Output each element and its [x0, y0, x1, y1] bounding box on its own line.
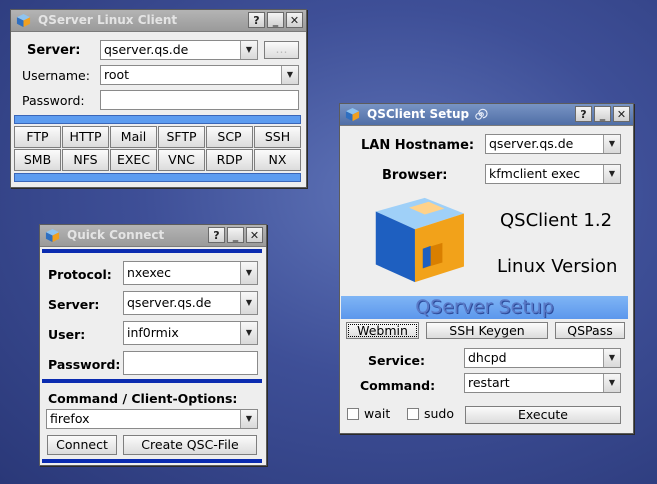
protocol-value: nxexec — [127, 265, 171, 280]
protocol-label: Protocol: — [48, 267, 112, 282]
titlebar[interactable]: Quick Connect ? _ ✕ — [40, 225, 266, 247]
lan-hostname-combobox[interactable]: qserver.qs.de ▼ — [485, 134, 621, 154]
service-value: dhcpd — [468, 350, 507, 365]
protocol-button-mail[interactable]: Mail — [110, 126, 157, 148]
username-label: Username: — [22, 68, 90, 83]
window-title: Quick Connect — [67, 228, 165, 242]
execute-button[interactable]: Execute — [465, 406, 621, 424]
chevron-down-icon[interactable]: ▼ — [240, 41, 257, 59]
user-combobox[interactable]: inf0rmix ▼ — [123, 321, 258, 345]
help-button[interactable]: ? — [575, 106, 592, 122]
version-text: QSClient 1.2 — [500, 210, 613, 231]
wait-label: wait — [364, 406, 391, 421]
server-label: Server: — [27, 43, 81, 58]
qserver-setup-banner: QServer Setup — [341, 296, 628, 319]
qserver-linux-client-window: QServer Linux Client ? _ ✕ Server: qserv… — [10, 9, 307, 188]
close-button[interactable]: ✕ — [286, 12, 303, 28]
connect-button[interactable]: Connect — [47, 435, 117, 455]
cube-icon — [45, 228, 60, 243]
separator-bar — [42, 379, 262, 383]
server-extra-button[interactable]: ... — [264, 41, 299, 59]
titlebar[interactable]: QServer Linux Client ? _ ✕ — [11, 10, 306, 32]
window-title: QSClient Setup — [367, 107, 470, 121]
chevron-down-icon[interactable]: ▼ — [240, 410, 257, 428]
cube-icon — [16, 13, 31, 28]
command-label: Command: — [360, 378, 436, 393]
protocol-button-ssh[interactable]: SSH — [254, 126, 301, 148]
close-button[interactable]: ✕ — [613, 106, 630, 122]
platform-text: Linux Version — [497, 256, 618, 277]
client-options-value: firefox — [50, 411, 90, 426]
window-title: QServer Linux Client — [38, 13, 178, 27]
qserver-cube-logo-icon — [375, 197, 464, 283]
password-label: Password: — [22, 93, 85, 108]
user-label: User: — [48, 327, 86, 342]
sudo-label: sudo — [424, 406, 455, 421]
server-value: qserver.qs.de — [104, 42, 189, 57]
close-button[interactable]: ✕ — [246, 227, 263, 243]
separator-bar — [14, 115, 301, 124]
command-value: restart — [468, 375, 510, 390]
client-options-label: Command / Client-Options: — [48, 391, 238, 406]
minimize-button[interactable]: _ — [594, 106, 611, 122]
server-combobox[interactable]: qserver.qs.de ▼ — [100, 40, 258, 60]
chevron-down-icon[interactable]: ▼ — [240, 322, 257, 344]
browser-value: kfmclient exec — [489, 166, 581, 181]
create-qsc-file-button[interactable]: Create QSC-File — [123, 435, 257, 455]
separator-bar — [42, 249, 262, 253]
chevron-down-icon[interactable]: ▼ — [240, 292, 257, 314]
protocol-button-ftp[interactable]: FTP — [14, 126, 61, 148]
service-label: Service: — [368, 353, 425, 368]
protocol-button-smb[interactable]: SMB — [14, 149, 61, 171]
titlebar[interactable]: QSClient Setup ? _ ✕ — [340, 104, 633, 126]
sudo-checkbox[interactable] — [407, 408, 419, 420]
user-value: inf0rmix — [127, 325, 179, 340]
client-options-combobox[interactable]: firefox ▼ — [46, 409, 258, 429]
chevron-down-icon[interactable]: ▼ — [281, 66, 298, 84]
password-label: Password: — [48, 357, 121, 372]
server-combobox[interactable]: qserver.qs.de ▼ — [123, 291, 258, 315]
minimize-button[interactable]: _ — [267, 12, 284, 28]
chevron-down-icon[interactable]: ▼ — [603, 349, 620, 367]
protocol-button-nfs[interactable]: NFS — [62, 149, 109, 171]
webmin-button[interactable]: Webmin — [346, 322, 419, 339]
protocol-button-sftp[interactable]: SFTP — [158, 126, 205, 148]
password-input[interactable] — [123, 351, 258, 375]
chevron-down-icon[interactable]: ▼ — [603, 165, 620, 183]
wait-checkbox[interactable] — [347, 408, 359, 420]
qsclient-setup-window: QSClient Setup ? _ ✕ LAN Hostname: qserv… — [339, 103, 634, 434]
quick-connect-window: Quick Connect ? _ ✕ Protocol: nxexec ▼ S… — [39, 224, 267, 466]
protocol-button-nx[interactable]: NX — [254, 149, 301, 171]
server-label: Server: — [48, 297, 100, 312]
service-combobox[interactable]: dhcpd ▼ — [464, 348, 621, 368]
lan-hostname-label: LAN Hostname: — [361, 138, 475, 153]
browser-label: Browser: — [382, 168, 448, 183]
help-button[interactable]: ? — [208, 227, 225, 243]
cube-icon — [345, 107, 360, 122]
browser-combobox[interactable]: kfmclient exec ▼ — [485, 164, 621, 184]
protocol-button-http[interactable]: HTTP — [62, 126, 109, 148]
help-button[interactable]: ? — [248, 12, 265, 28]
username-value: root — [104, 67, 130, 82]
qspass-button[interactable]: QSPass — [555, 322, 625, 339]
lan-hostname-value: qserver.qs.de — [489, 136, 574, 151]
password-input[interactable] — [100, 90, 299, 110]
protocol-button-exec[interactable]: EXEC — [110, 149, 157, 171]
command-combobox[interactable]: restart ▼ — [464, 373, 621, 393]
protocol-button-vnc[interactable]: VNC — [158, 149, 205, 171]
separator-bar — [14, 173, 301, 182]
protocol-combobox[interactable]: nxexec ▼ — [123, 261, 258, 285]
separator-bar — [42, 459, 262, 463]
protocol-button-scp[interactable]: SCP — [206, 126, 253, 148]
server-value: qserver.qs.de — [127, 295, 212, 310]
chevron-down-icon[interactable]: ▼ — [240, 262, 257, 284]
chevron-down-icon[interactable]: ▼ — [603, 374, 620, 392]
spiral-icon — [475, 108, 488, 120]
ssh-keygen-button[interactable]: SSH Keygen — [426, 322, 548, 339]
minimize-button[interactable]: _ — [227, 227, 244, 243]
username-combobox[interactable]: root ▼ — [100, 65, 299, 85]
protocol-button-rdp[interactable]: RDP — [206, 149, 253, 171]
chevron-down-icon[interactable]: ▼ — [603, 135, 620, 153]
